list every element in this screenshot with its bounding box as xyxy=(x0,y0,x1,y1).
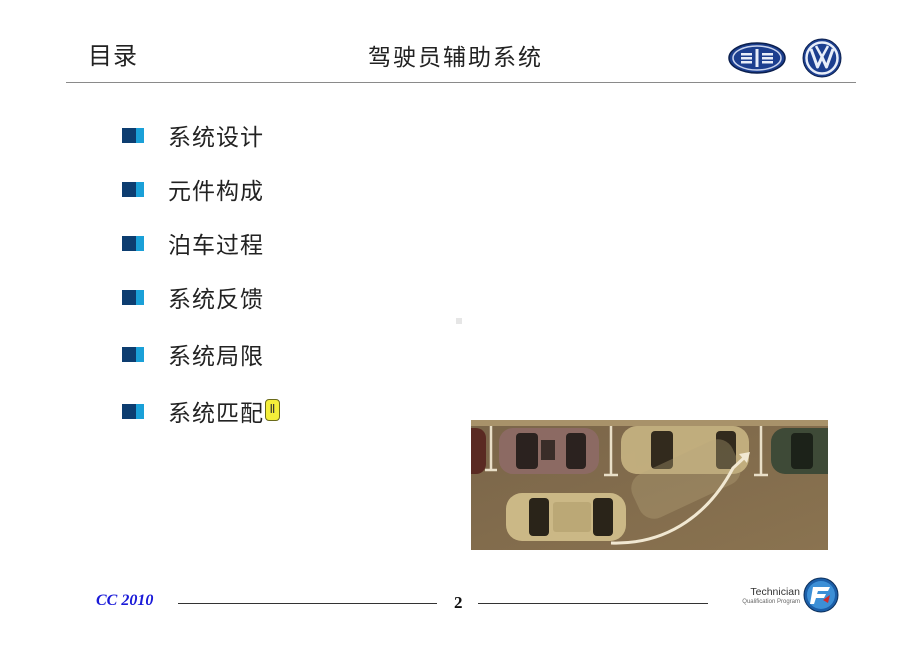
toc-item-label: 系统反馈 xyxy=(168,287,264,313)
toc-item-label: 系统局限 xyxy=(168,344,264,370)
toc-item[interactable]: 泊车过程 xyxy=(122,226,264,260)
toc-item-label: 元件构成 xyxy=(168,179,264,205)
comment-marker-icon[interactable]: Ⅱ xyxy=(265,399,280,421)
program-title: Technician xyxy=(750,586,800,598)
bullet-square-icon xyxy=(122,181,144,197)
bullet-square-icon xyxy=(122,403,144,419)
bullet-square-icon xyxy=(122,346,144,362)
bullet-square-icon xyxy=(122,289,144,305)
program-subtitle: Qualification Program xyxy=(742,599,800,605)
toc-item-label: 泊车过程 xyxy=(168,233,264,259)
parking-illustration xyxy=(471,420,828,550)
slide-subject: 驾驶员辅助系统 xyxy=(368,45,543,71)
header-divider xyxy=(66,82,856,83)
toc-item[interactable]: 系统匹配 Ⅱ xyxy=(122,394,280,428)
program-branding: Technician Qualification Program xyxy=(735,586,800,606)
technician-program-logo-icon xyxy=(803,577,839,613)
faw-logo-icon xyxy=(728,42,786,74)
toc-item-label: 系统设计 xyxy=(168,125,264,151)
bullet-square-icon xyxy=(122,235,144,251)
toc-item[interactable]: 元件构成 xyxy=(122,172,264,206)
footer-divider-left xyxy=(178,603,437,604)
toc-item[interactable]: 系统局限 xyxy=(122,337,264,371)
page-number: 2 xyxy=(454,593,463,612)
toc-item[interactable]: 系统设计 xyxy=(122,118,264,152)
toc-item[interactable]: 系统反馈 xyxy=(122,280,264,314)
footer-course-label: CC 2010 xyxy=(96,592,154,609)
toc-item-label: 系统匹配 xyxy=(168,401,264,427)
slide-title: 目录 xyxy=(88,42,138,70)
footer-divider-right xyxy=(478,603,708,604)
vw-logo-icon xyxy=(802,38,842,78)
placeholder-dot xyxy=(456,318,462,324)
bullet-square-icon xyxy=(122,127,144,143)
